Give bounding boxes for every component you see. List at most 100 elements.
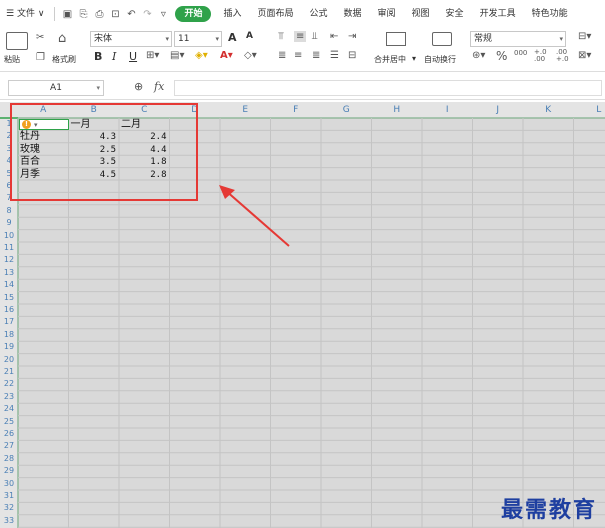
row-header-23[interactable]: 23 <box>0 391 18 403</box>
align-top-icon[interactable]: ⫪ <box>278 31 284 42</box>
column-header-e[interactable]: E <box>220 102 271 118</box>
row-header-9[interactable]: 9 <box>0 217 18 229</box>
column-header-i[interactable]: I <box>422 102 473 118</box>
export-icon[interactable]: ⎘ <box>75 0 91 28</box>
align-right-icon[interactable]: ≣ <box>312 50 320 61</box>
row-header-10[interactable]: 10 <box>0 230 18 242</box>
table-style-icon[interactable]: ⊟▾ <box>578 31 591 42</box>
column-header-j[interactable]: J <box>473 102 524 118</box>
row-header-31[interactable]: 31 <box>0 490 18 502</box>
borders-icon[interactable]: ⊞▾ <box>146 50 159 61</box>
chevron-down-icon: ∨ <box>37 9 45 19</box>
decrease-decimal-button[interactable]: .00 +.0 <box>556 49 574 63</box>
grow-font-button[interactable]: A <box>228 31 237 44</box>
row-header-16[interactable]: 16 <box>0 304 18 316</box>
bold-button[interactable]: B <box>94 50 102 63</box>
cut-icon[interactable]: ✂ <box>36 32 44 43</box>
shrink-font-button[interactable]: A <box>246 31 253 41</box>
align-left-icon[interactable]: ≣ <box>278 50 286 61</box>
spreadsheet-grid[interactable]: A B C D E F G H I J K L 1 2 3 4 5 6 7 8 9 10 11 12 13 14 15 16 17 18 1… <box>0 102 605 528</box>
format-painter-label[interactable]: 格式刷 <box>52 54 76 65</box>
underline-button[interactable]: U <box>129 50 137 63</box>
zoom-icon[interactable]: ⊕ <box>134 80 143 93</box>
name-box[interactable]: A1 ▾ <box>8 80 104 96</box>
hamburger-icon: ☰ <box>6 9 15 19</box>
tab-page-layout[interactable]: 页面布局 <box>249 0 301 28</box>
merge-center-label[interactable]: 合并居中 <box>374 54 406 65</box>
row-header-26[interactable]: 26 <box>0 428 18 440</box>
indent-decrease-icon[interactable]: ⇤ <box>330 31 338 42</box>
row-header-21[interactable]: 21 <box>0 366 18 378</box>
row-header-20[interactable]: 20 <box>0 354 18 366</box>
column-header-g[interactable]: G <box>321 102 372 118</box>
wrap-text-label[interactable]: 自动换行 <box>424 54 456 65</box>
conditional-format-icon[interactable]: ⊠▾ <box>578 50 591 61</box>
row-header-19[interactable]: 19 <box>0 341 18 353</box>
undo-icon[interactable]: ↶ <box>123 0 139 28</box>
justify-icon[interactable]: ☰ <box>330 50 339 61</box>
row-header-25[interactable]: 25 <box>0 416 18 428</box>
row-header-29[interactable]: 29 <box>0 465 18 477</box>
row-header-22[interactable]: 22 <box>0 378 18 390</box>
print-icon[interactable]: ⎙ <box>91 0 107 28</box>
row-header-18[interactable]: 18 <box>0 329 18 341</box>
merge-center-icon[interactable] <box>386 32 406 46</box>
fill-color-icon[interactable]: ◈▾ <box>195 50 208 61</box>
copy-icon[interactable]: ❐ <box>36 52 45 63</box>
tab-developer[interactable]: 开发工具 <box>472 0 524 28</box>
wrap-text-icon[interactable] <box>432 32 452 46</box>
align-middle-icon[interactable]: ≡ <box>294 31 307 42</box>
font-color-icon[interactable]: A▾ <box>220 50 233 61</box>
row-header-8[interactable]: 8 <box>0 205 18 217</box>
distributed-icon[interactable]: ⊟ <box>348 50 356 61</box>
row-header-12[interactable]: 12 <box>0 254 18 266</box>
save-icon[interactable]: ▣ <box>59 0 75 28</box>
currency-icon[interactable]: ⊛▾ <box>472 50 485 61</box>
align-bottom-icon[interactable]: ⫫ <box>312 31 318 42</box>
tab-view[interactable]: 视图 <box>404 0 438 28</box>
column-header-l[interactable]: L <box>574 102 605 118</box>
file-menu[interactable]: ☰ 文件 ∨ <box>4 0 50 28</box>
tab-special-features[interactable]: 特色功能 <box>524 0 576 28</box>
column-header-h[interactable]: H <box>372 102 423 118</box>
row-header-33[interactable]: 33 <box>0 515 18 527</box>
function-icon[interactable]: fx <box>154 80 164 93</box>
row-header-11[interactable]: 11 <box>0 242 18 254</box>
tab-insert[interactable]: 插入 <box>215 0 249 28</box>
indent-increase-icon[interactable]: ⇥ <box>348 31 356 42</box>
tab-data[interactable]: 数据 <box>336 0 370 28</box>
row-header-28[interactable]: 28 <box>0 453 18 465</box>
cell-fill-icon[interactable]: ▤▾ <box>170 50 184 61</box>
font-name-select[interactable]: 宋体 ▾ <box>90 31 172 47</box>
align-center-icon[interactable]: ≡ <box>294 50 302 61</box>
tab-security[interactable]: 安全 <box>438 0 472 28</box>
clear-format-icon[interactable]: ◇▾ <box>244 50 257 61</box>
row-header-17[interactable]: 17 <box>0 316 18 328</box>
row-header-24[interactable]: 24 <box>0 403 18 415</box>
thousands-button[interactable]: 000 <box>514 49 527 57</box>
divider <box>54 7 56 21</box>
tab-home[interactable]: 开始 <box>175 6 212 22</box>
italic-button[interactable]: I <box>112 50 116 63</box>
percent-button[interactable]: % <box>496 49 507 63</box>
increase-decimal-button[interactable]: +.0 .00 <box>534 49 552 63</box>
row-header-32[interactable]: 32 <box>0 502 18 514</box>
font-size-select[interactable]: 11 ▾ <box>174 31 222 47</box>
number-format-select[interactable]: 常规 ▾ <box>470 31 566 47</box>
print-preview-icon[interactable]: ⊡ <box>107 0 123 28</box>
row-header-15[interactable]: 15 <box>0 292 18 304</box>
formula-input[interactable] <box>174 80 602 96</box>
row-header-13[interactable]: 13 <box>0 267 18 279</box>
paste-button-label[interactable]: 粘贴 <box>4 54 20 65</box>
column-header-f[interactable]: F <box>271 102 322 118</box>
redo-icon[interactable]: ↷ <box>139 0 155 28</box>
quick-access-more-icon[interactable]: ▿ <box>155 0 171 28</box>
row-header-30[interactable]: 30 <box>0 478 18 490</box>
row-header-27[interactable]: 27 <box>0 440 18 452</box>
format-painter-icon[interactable]: ⌂ <box>58 31 66 46</box>
tab-formulas[interactable]: 公式 <box>301 0 335 28</box>
column-header-k[interactable]: K <box>523 102 574 118</box>
row-header-14[interactable]: 14 <box>0 279 18 291</box>
paste-icon[interactable] <box>6 32 28 50</box>
tab-review[interactable]: 审阅 <box>370 0 404 28</box>
